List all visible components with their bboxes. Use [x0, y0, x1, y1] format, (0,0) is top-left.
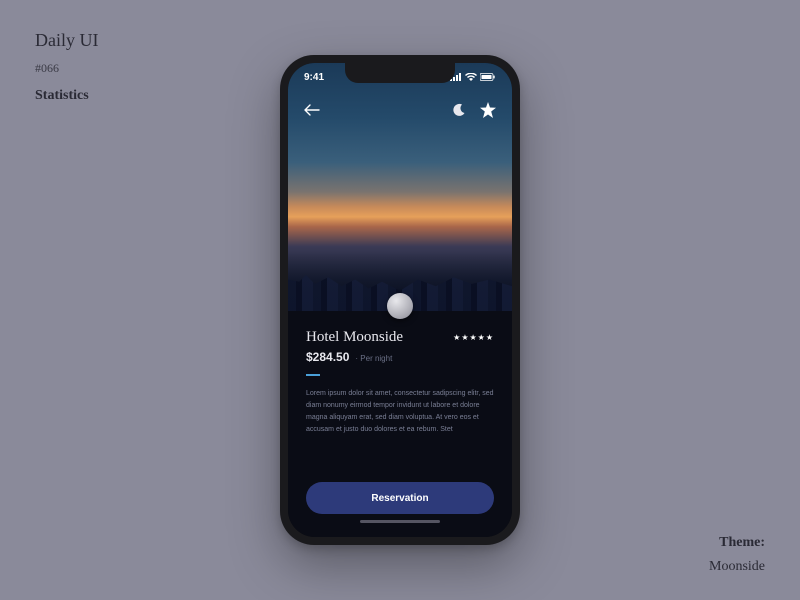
- star-icon[interactable]: [480, 102, 496, 118]
- home-indicator[interactable]: [360, 520, 440, 523]
- battery-icon: [480, 73, 496, 81]
- theme-value: Moonside: [709, 559, 765, 575]
- price-unit: · Per night: [355, 354, 392, 363]
- content-panel: Hotel Moonside ★★★★★ $284.50 · Per night…: [288, 311, 512, 537]
- phone-screen: 9:41: [288, 63, 512, 537]
- theme-block: Theme: Moonside: [709, 535, 765, 575]
- price-row: $284.50 · Per night: [306, 350, 494, 364]
- phone-notch: [345, 63, 455, 83]
- rating-stars: ★★★★★: [453, 333, 494, 342]
- status-time: 9:41: [304, 72, 324, 83]
- hotel-name: Hotel Moonside: [306, 329, 403, 346]
- hotel-description: Lorem ipsum dolor sit amet, consectetur …: [306, 388, 494, 472]
- series-label: Daily UI: [35, 30, 98, 51]
- title-row: Hotel Moonside ★★★★★: [306, 329, 494, 346]
- challenge-number: #066: [35, 61, 98, 76]
- reservation-button[interactable]: Reservation: [306, 482, 494, 514]
- theme-label: Theme:: [709, 535, 765, 551]
- back-arrow-icon[interactable]: [304, 104, 320, 116]
- accent-divider: [306, 374, 320, 376]
- status-indicators: [450, 73, 496, 81]
- challenge-name: Statistics: [35, 88, 98, 104]
- wifi-icon: [465, 73, 477, 81]
- floating-sphere[interactable]: [387, 293, 413, 319]
- page-label-block: Daily UI #066 Statistics: [35, 30, 98, 104]
- phone-frame: 9:41: [280, 55, 520, 545]
- moon-icon[interactable]: [452, 103, 466, 117]
- navbar: [288, 95, 512, 125]
- price-value: $284.50: [306, 350, 349, 364]
